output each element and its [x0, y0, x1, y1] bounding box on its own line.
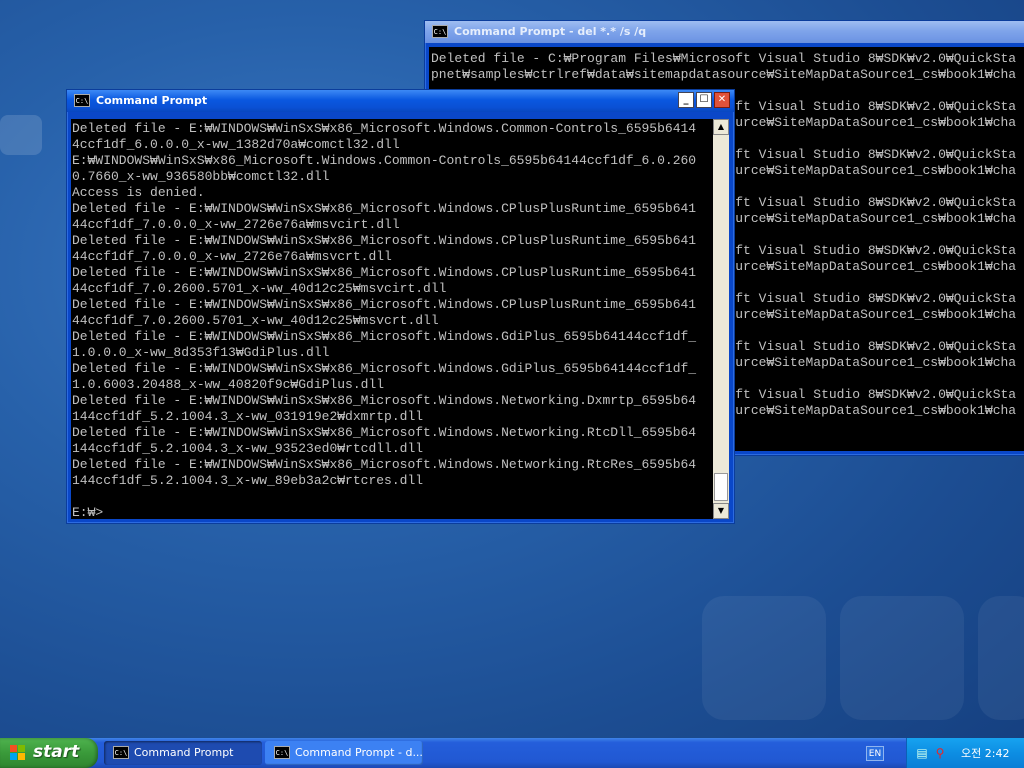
cmd-icon: C:\ — [432, 25, 448, 38]
console-line: 1.0.6003.20488_x-ww_40820f9c₩GdiPlus.dll — [72, 377, 385, 392]
console-line: Deleted file - E:₩WINDOWS₩WinSxS₩x86_Mic… — [72, 201, 697, 216]
network-icon[interactable]: ▤ — [915, 746, 929, 760]
wallpaper-tile — [702, 596, 826, 720]
cmd-icon: C:\ — [74, 94, 90, 107]
maximize-button[interactable]: ☐ — [696, 92, 712, 108]
scrollbar-thumb[interactable] — [714, 473, 728, 501]
console-line: E:₩WINDOWS₩WinSxS₩x86_Microsoft.Windows.… — [72, 153, 697, 168]
title-bar[interactable]: C:\ Command Prompt - del *.* /s /q — [425, 21, 1024, 43]
console-output[interactable]: Deleted file - E:₩WINDOWS₩WinSxS₩x86_Mic… — [71, 119, 714, 519]
clock[interactable]: 오전 2:42 — [961, 745, 1009, 761]
console-line: Deleted file - E:₩WINDOWS₩WinSxS₩x86_Mic… — [72, 121, 697, 136]
console-line: 144ccf1df_5.2.1004.3_x-ww_031919e2₩dxmrt… — [72, 409, 424, 424]
console-line: Deleted file - E:₩WINDOWS₩WinSxS₩x86_Mic… — [72, 233, 697, 248]
search-icon[interactable]: ⚲ — [933, 746, 947, 760]
console-line: Deleted file - E:₩WINDOWS₩WinSxS₩x86_Mic… — [72, 457, 697, 472]
window-title: Command Prompt — [96, 94, 208, 107]
cmd-icon: C:\ — [274, 746, 290, 759]
taskbar-item-command-prompt-del[interactable]: C:\ Command Prompt - d... — [265, 741, 423, 765]
vertical-scrollbar[interactable]: ▲ ▼ — [713, 119, 729, 519]
console-line: Deleted file - E:₩WINDOWS₩WinSxS₩x86_Mic… — [72, 425, 697, 440]
console-line: Deleted file - E:₩WINDOWS₩WinSxS₩x86_Mic… — [72, 393, 697, 408]
start-label: start — [33, 742, 80, 762]
console-line: Access is denied. — [72, 185, 205, 200]
console-line: Deleted file - E:₩WINDOWS₩WinSxS₩x86_Mic… — [72, 297, 697, 312]
console-line: pnet₩samples₩ctrlref₩data₩sitemapdatasou… — [431, 67, 1017, 82]
language-indicator[interactable]: EN — [866, 746, 884, 761]
taskbar-item-command-prompt[interactable]: C:\ Command Prompt — [104, 741, 262, 765]
taskbar: start C:\ Command Prompt C:\ Command Pro… — [0, 738, 1024, 768]
console-line: 4ccf1df_6.0.0.0_x-ww_1382d70a₩comctl32.d… — [72, 137, 400, 152]
cmd-icon: C:\ — [113, 746, 129, 759]
console-line: 144ccf1df_5.2.1004.3_x-ww_93523ed0₩rtcdl… — [72, 441, 424, 456]
taskbar-item-label: Command Prompt - d... — [295, 746, 423, 759]
console-line: 144ccf1df_5.2.1004.3_x-ww_89eb3a2c₩rtcre… — [72, 473, 424, 488]
console-line: 1.0.0.0_x-ww_8d353f13₩GdiPlus.dll — [72, 345, 330, 360]
console-line: 44ccf1df_7.0.0.0_x-ww_2726e76a₩msvcrt.dl… — [72, 249, 392, 264]
console-line: 44ccf1df_7.0.2600.5701_x-ww_40d12c25₩msv… — [72, 281, 447, 296]
console-line: Deleted file - C:₩Program Files₩Microsof… — [431, 51, 1017, 66]
scroll-down-button[interactable]: ▼ — [713, 503, 729, 519]
console-line: Deleted file - E:₩WINDOWS₩WinSxS₩x86_Mic… — [72, 329, 697, 344]
console-line: Deleted file - E:₩WINDOWS₩WinSxS₩x86_Mic… — [72, 265, 697, 280]
wallpaper-tile — [978, 596, 1024, 720]
title-bar[interactable]: C:\ Command Prompt _ ☐ ✕ — [67, 90, 734, 112]
console-line: 44ccf1df_7.0.2600.5701_x-ww_40d12c25₩msv… — [72, 313, 439, 328]
console-line: 44ccf1df_7.0.0.0_x-ww_2726e76a₩msvcirt.d… — [72, 217, 400, 232]
console-line: Deleted file - E:₩WINDOWS₩WinSxS₩x86_Mic… — [72, 361, 697, 376]
console-line: E:₩> — [72, 505, 104, 519]
close-button[interactable]: ✕ — [714, 92, 730, 108]
minimize-button[interactable]: _ — [678, 92, 694, 108]
system-tray: ▤ ⚲ 오전 2:42 — [906, 738, 1024, 768]
command-prompt-window[interactable]: C:\ Command Prompt _ ☐ ✕ Deleted file - … — [66, 89, 735, 524]
window-title: Command Prompt - del *.* /s /q — [454, 25, 647, 38]
wallpaper-tile — [840, 596, 964, 720]
taskbar-item-label: Command Prompt — [134, 746, 234, 759]
windows-logo-icon — [10, 745, 26, 761]
desktop-icon-placeholder — [0, 115, 42, 155]
console-line: 0.7660_x-ww_936580bb₩comctl32.dll — [72, 169, 330, 184]
scroll-up-button[interactable]: ▲ — [713, 119, 729, 135]
start-button[interactable]: start — [0, 738, 98, 768]
